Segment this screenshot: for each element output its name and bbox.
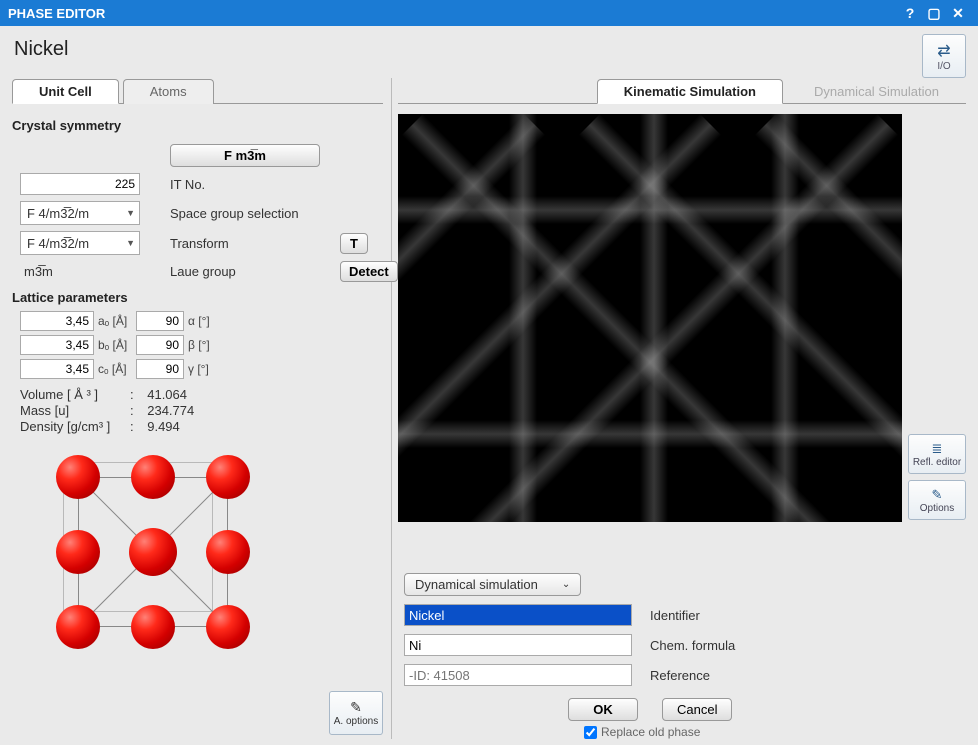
dynamical-simulation-dropdown[interactable]: Dynamical simulation ⌄	[404, 573, 581, 596]
chem-formula-input[interactable]	[404, 634, 632, 656]
crystal-symmetry-label: Crystal symmetry	[12, 118, 121, 133]
a-unit: aₒ [Å]	[98, 314, 132, 328]
help-icon[interactable]: ?	[898, 5, 922, 21]
replace-old-phase-checkbox[interactable]	[584, 726, 597, 739]
chevron-down-icon: ▼	[126, 238, 135, 248]
lattice-params-label: Lattice parameters	[12, 290, 383, 305]
identifier-input[interactable]	[404, 604, 632, 626]
detect-button[interactable]: Detect	[340, 261, 398, 282]
c-unit: cₒ [Å]	[98, 362, 132, 376]
transform-label: Transform	[170, 236, 320, 251]
list-icon: ≣	[932, 441, 943, 457]
replace-old-phase-label: Replace old phase	[601, 725, 700, 739]
unit-cell-3d-view[interactable]	[50, 449, 270, 669]
chevron-down-icon: ⌄	[562, 579, 570, 590]
tab-dynamical: Dynamical Simulation	[787, 79, 966, 104]
reference-input[interactable]	[404, 664, 632, 686]
chevron-down-icon: ▼	[126, 208, 135, 218]
mass-value: 234.774	[147, 403, 194, 418]
simulation-canvas[interactable]	[398, 114, 902, 522]
it-no-input[interactable]	[20, 173, 140, 195]
options-icon: ✎	[350, 699, 362, 716]
options-button[interactable]: ✎ Options	[908, 480, 966, 520]
swap-icon: ⇄	[937, 41, 950, 61]
it-no-label: IT No.	[170, 177, 320, 192]
b-input[interactable]	[20, 335, 94, 355]
tab-kinematic[interactable]: Kinematic Simulation	[597, 79, 783, 104]
volume-label: Volume [ Å ³ ]	[20, 387, 130, 402]
space-group-button[interactable]: F m3̅m	[170, 144, 320, 167]
cancel-button[interactable]: Cancel	[662, 698, 732, 721]
tab-unit-cell[interactable]: Unit Cell	[12, 79, 119, 104]
window-title: PHASE EDITOR	[8, 6, 105, 21]
laue-label: Laue group	[170, 264, 320, 279]
chem-formula-label: Chem. formula	[650, 638, 735, 653]
alpha-unit: α [°]	[188, 314, 216, 328]
title-bar: PHASE EDITOR ? ▢ ✕	[0, 0, 978, 26]
gamma-input[interactable]	[136, 359, 184, 379]
identifier-label: Identifier	[650, 608, 700, 623]
reference-label: Reference	[650, 668, 710, 683]
close-icon[interactable]: ✕	[946, 5, 970, 22]
atom-options-button[interactable]: ✎ A. options	[329, 691, 383, 735]
b-unit: bₒ [Å]	[98, 338, 132, 352]
a-input[interactable]	[20, 311, 94, 331]
beta-unit: β [°]	[188, 338, 216, 352]
ok-button[interactable]: OK	[568, 698, 638, 721]
phase-name: Nickel	[12, 34, 922, 69]
tab-atoms[interactable]: Atoms	[123, 79, 214, 104]
left-tabs: Unit Cell Atoms	[12, 78, 383, 104]
transform-select[interactable]: F 4/m3̅2/m▼	[20, 231, 140, 255]
density-label: Density [g/cm³ ]	[20, 419, 130, 434]
io-button[interactable]: ⇄ I/O	[922, 34, 966, 78]
gear-icon: ✎	[932, 487, 943, 503]
laue-value: m3̅m	[20, 264, 150, 279]
alpha-input[interactable]	[136, 311, 184, 331]
volume-value: 41.064	[147, 387, 187, 402]
space-group-selection-label: Space group selection	[170, 206, 320, 221]
space-group-select[interactable]: F 4/m3̅2/m▼	[20, 201, 140, 225]
transform-button[interactable]: T	[340, 233, 368, 254]
gamma-unit: γ [°]	[188, 362, 216, 376]
density-value: 9.494	[147, 419, 180, 434]
right-tabs: Kinematic Simulation Dynamical Simulatio…	[398, 78, 966, 104]
minimize-icon[interactable]: ▢	[922, 5, 946, 22]
refl-editor-button[interactable]: ≣ Refl. editor	[908, 434, 966, 474]
beta-input[interactable]	[136, 335, 184, 355]
mass-label: Mass [u]	[20, 403, 130, 418]
c-input[interactable]	[20, 359, 94, 379]
